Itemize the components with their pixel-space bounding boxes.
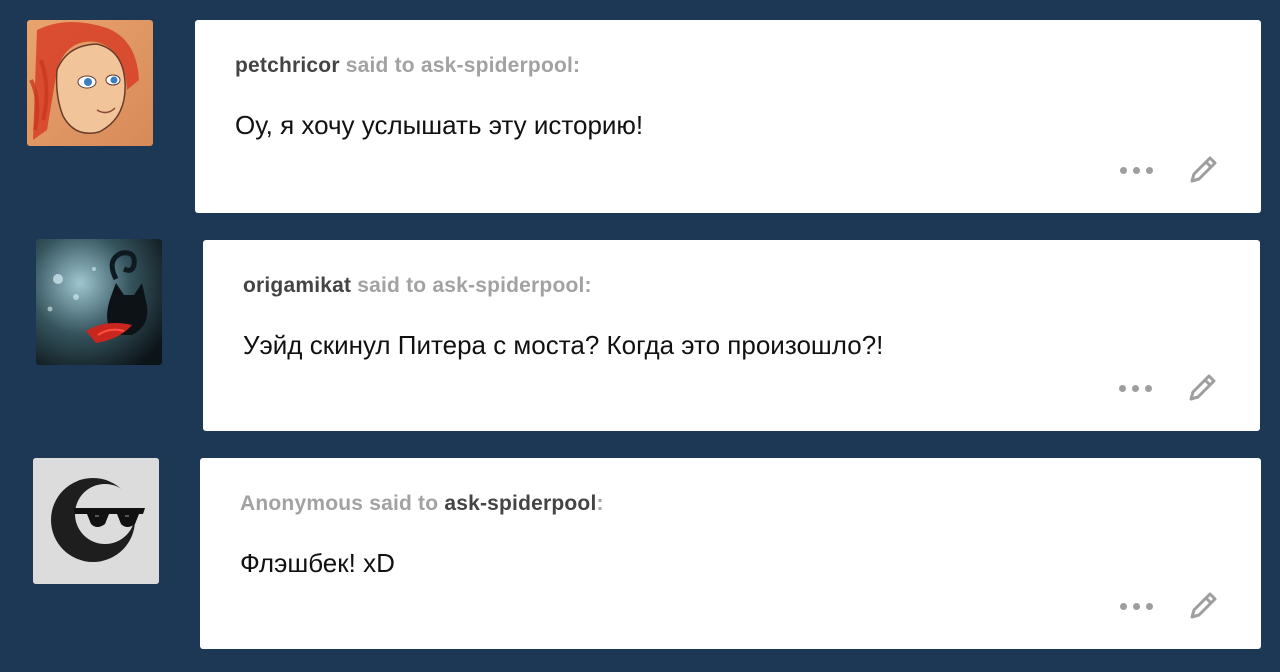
- said-to-label: said to: [357, 274, 427, 297]
- ask-card: Anonymous said to ask-spiderpool: Флэшбе…: [200, 458, 1261, 649]
- more-dots-icon[interactable]: [1117, 379, 1154, 398]
- recipient-name[interactable]: ask-spiderpool: [432, 274, 584, 297]
- said-to-label: said to: [345, 54, 415, 77]
- ask-controls: [1118, 152, 1221, 188]
- ask-card: petchricor said to ask-spiderpool: Оу, я…: [195, 20, 1261, 213]
- pencil-icon[interactable]: [1184, 370, 1220, 406]
- ask-header: petchricor said to ask-spiderpool:: [235, 54, 580, 78]
- ask-header: origamikat said to ask-spiderpool:: [243, 274, 592, 298]
- red-haired-character-drawing-avatar: [27, 20, 153, 146]
- black-cat-bubbles-avatar: [36, 239, 162, 365]
- said-to-label: said to: [369, 492, 439, 515]
- anonymous-sunglasses-avatar: [33, 458, 159, 584]
- ask-question: Уэйд скинул Питера с моста? Когда это пр…: [243, 330, 884, 360]
- asker-name[interactable]: origamikat: [243, 274, 351, 297]
- pencil-icon[interactable]: [1185, 588, 1221, 624]
- pencil-icon[interactable]: [1185, 152, 1221, 188]
- header-colon: :: [596, 492, 604, 515]
- header-colon: :: [573, 54, 581, 77]
- asker-name: Anonymous: [240, 492, 364, 515]
- recipient-name[interactable]: ask-spiderpool: [421, 54, 573, 77]
- recipient-name[interactable]: ask-spiderpool: [444, 492, 596, 515]
- ask-question: Флэшбек! xD: [240, 548, 395, 578]
- ask-controls: [1118, 588, 1221, 624]
- avatar-anonymous: [33, 458, 159, 584]
- more-dots-icon[interactable]: [1118, 161, 1155, 180]
- asker-name[interactable]: petchricor: [235, 54, 340, 77]
- ask-card: origamikat said to ask-spiderpool: Уэйд …: [203, 240, 1260, 431]
- more-dots-icon[interactable]: [1118, 597, 1155, 616]
- header-colon: :: [584, 274, 592, 297]
- avatar-petchricor[interactable]: [27, 20, 153, 146]
- ask-question: Оу, я хочу услышать эту историю!: [235, 110, 644, 140]
- ask-feed: petchricor said to ask-spiderpool: Оу, я…: [0, 0, 1280, 672]
- avatar-origamikat[interactable]: [36, 239, 162, 365]
- ask-controls: [1117, 370, 1220, 406]
- ask-header: Anonymous said to ask-spiderpool:: [240, 492, 604, 516]
